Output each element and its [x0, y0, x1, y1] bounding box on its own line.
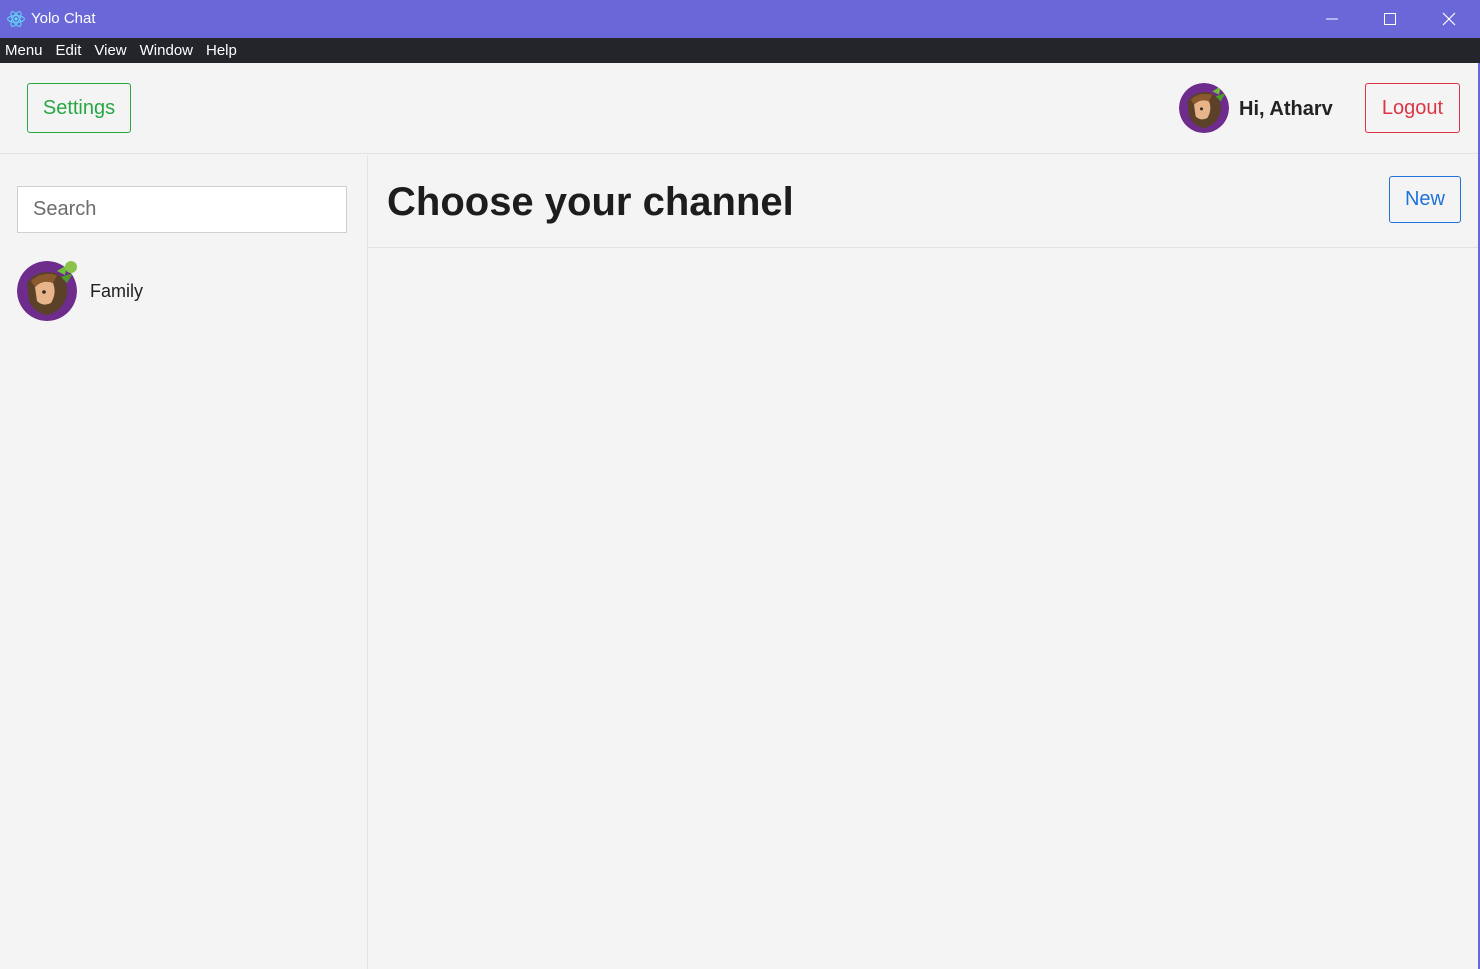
- channel-sidebar: Family: [0, 155, 368, 969]
- title-bar: Yolo Chat: [0, 0, 1480, 38]
- channel-list-item[interactable]: Family: [17, 261, 347, 321]
- close-icon: [1442, 12, 1456, 26]
- window-title: Yolo Chat: [31, 10, 96, 27]
- user-greeting: Hi, Atharv: [1239, 98, 1333, 120]
- user-avatar: [1179, 83, 1229, 133]
- new-channel-button[interactable]: New: [1389, 176, 1461, 223]
- settings-button[interactable]: Settings: [27, 83, 131, 133]
- logout-button[interactable]: Logout: [1365, 83, 1460, 133]
- page-title: Choose your channel: [387, 180, 794, 224]
- main-header: Choose your channel New: [368, 155, 1478, 248]
- user-avatar-image: [1179, 83, 1229, 133]
- main-panel: Choose your channel New: [368, 155, 1478, 969]
- menu-item-window[interactable]: Window: [134, 38, 200, 63]
- search-input[interactable]: [17, 186, 347, 233]
- menu-item-view[interactable]: View: [88, 38, 133, 63]
- menu-bar: Menu Edit View Window Help: [0, 38, 1480, 63]
- menu-item-help[interactable]: Help: [200, 38, 244, 63]
- react-logo-icon: [7, 11, 25, 27]
- maximize-icon: [1384, 13, 1396, 25]
- channel-name: Family: [90, 281, 143, 301]
- app-header: Settings Hi, Atharv Logout: [0, 63, 1478, 154]
- minimize-button[interactable]: [1303, 0, 1361, 38]
- menu-item-menu[interactable]: Menu: [0, 38, 50, 63]
- close-button[interactable]: [1420, 0, 1478, 38]
- maximize-button[interactable]: [1361, 0, 1419, 38]
- online-status-dot: [65, 261, 77, 273]
- menu-item-edit[interactable]: Edit: [50, 38, 89, 63]
- minimize-icon: [1326, 18, 1338, 20]
